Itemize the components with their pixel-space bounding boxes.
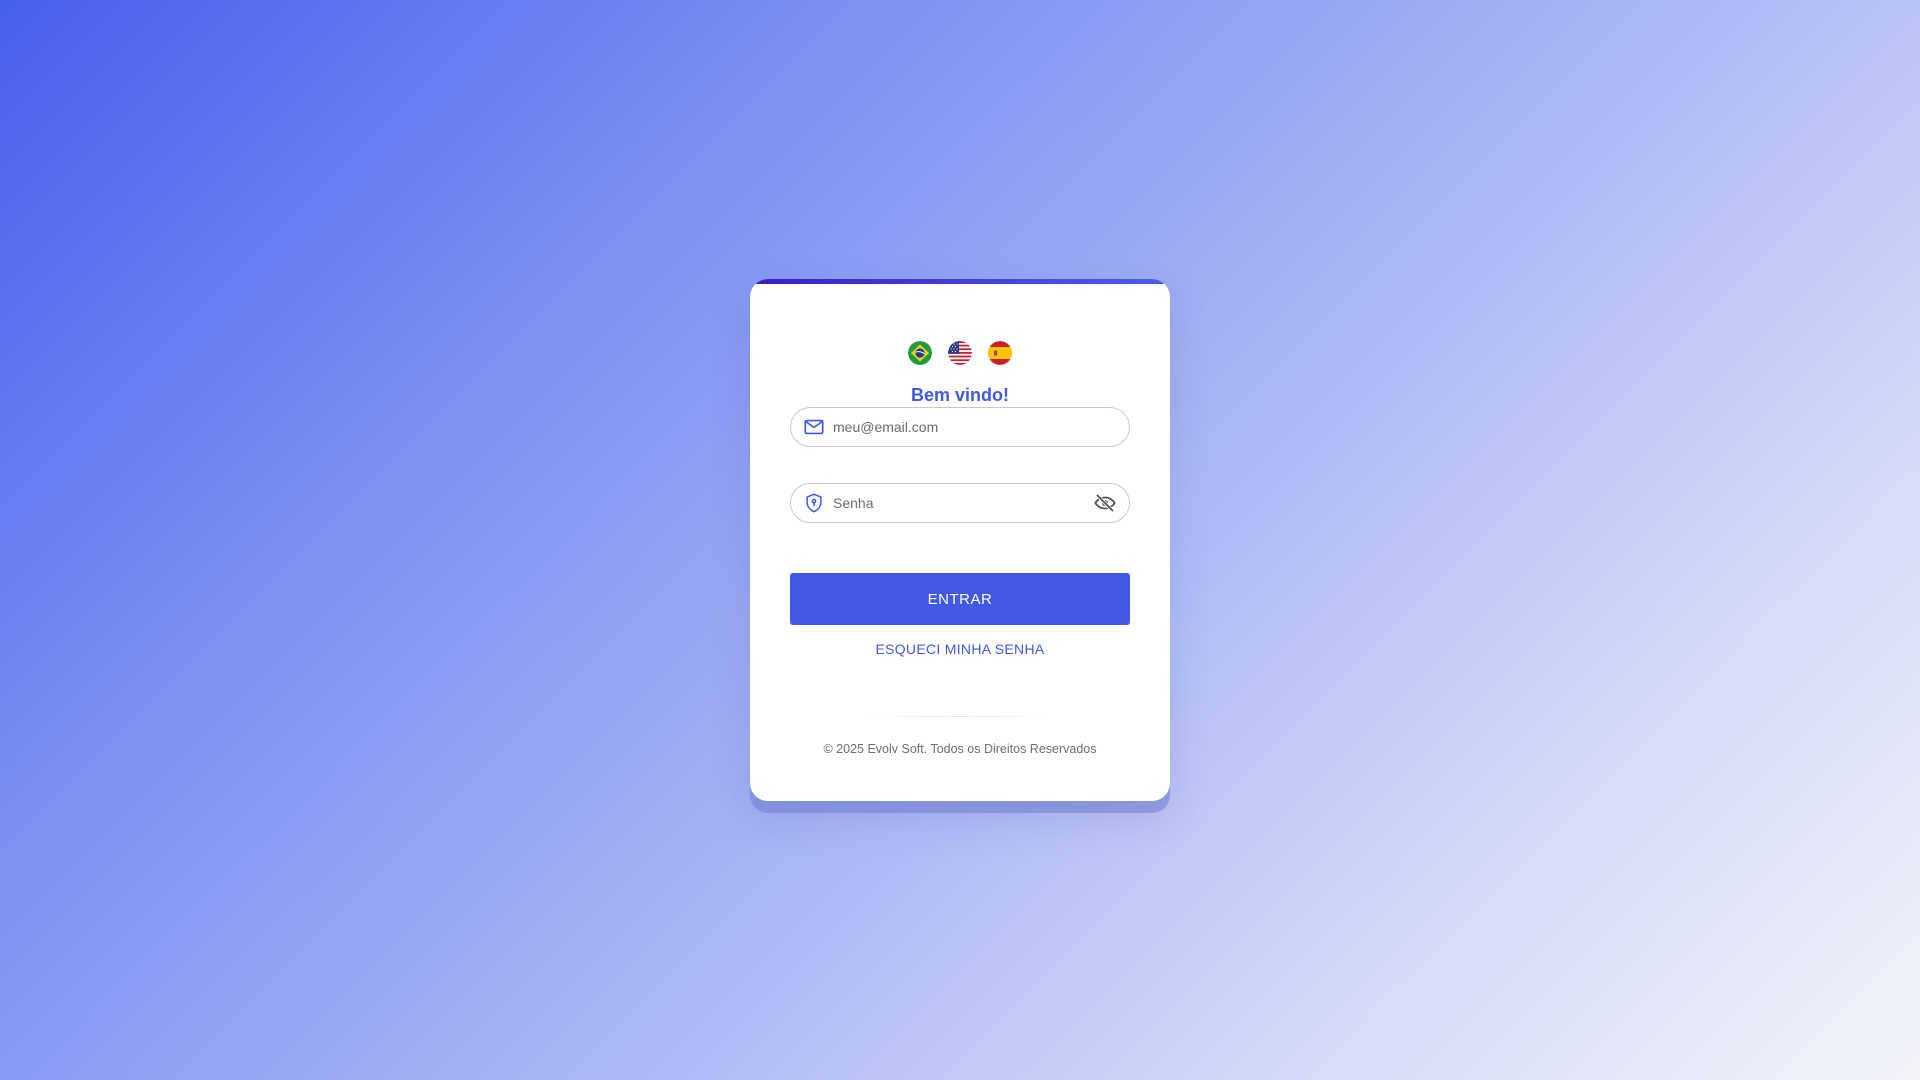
shield-lock-icon [803,492,825,514]
email-input[interactable] [833,408,1129,446]
eye-off-icon[interactable] [1093,491,1117,515]
spain-flag-icon[interactable] [988,341,1012,365]
login-button[interactable]: ENTRAR [790,573,1130,625]
forgot-password-link[interactable]: ESQUECI MINHA SENHA [750,641,1170,657]
language-selector [750,341,1170,365]
email-field[interactable] [790,407,1130,447]
usa-flag-icon[interactable] [948,341,972,365]
login-card: Bem vindo! ENTRAR [750,279,1170,801]
welcome-heading: Bem vindo! [910,385,1009,405]
card-top-accent-bar [750,279,1170,284]
password-input[interactable] [833,484,1093,522]
mail-icon [803,416,825,438]
footer-divider [870,716,1050,717]
password-field[interactable] [790,483,1130,523]
brazil-flag-icon[interactable] [908,341,932,365]
copyright-footer: © 2025 Evolv Soft. Todos os Direitos Res… [823,742,1097,756]
